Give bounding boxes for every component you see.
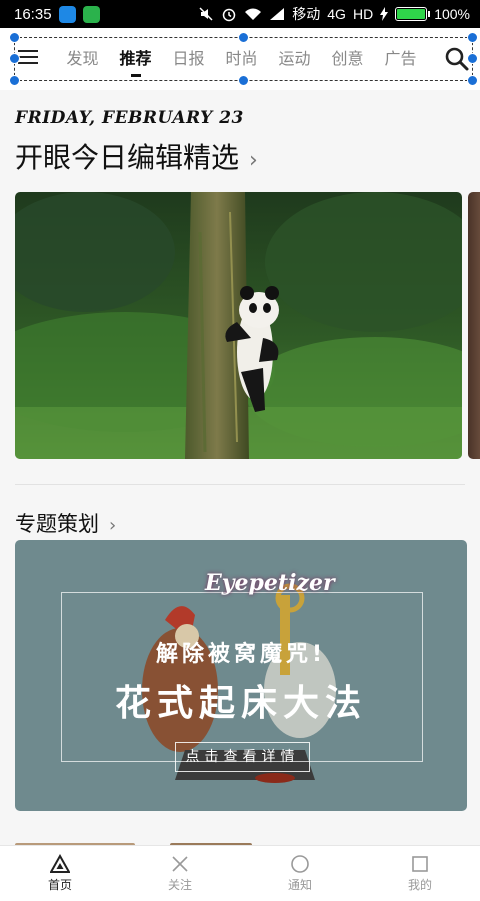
panda-photo (15, 192, 462, 459)
section-divider (15, 484, 465, 485)
status-bar: 16:35 移动 4G HD 100% (0, 0, 480, 28)
resize-handle[interactable] (238, 75, 249, 86)
top-navigation: 发现 推荐 日报 时尚 运动 创意 广告 音 (0, 28, 480, 90)
wifi-icon (245, 8, 262, 20)
resize-handle[interactable] (9, 75, 20, 86)
resize-handle[interactable] (467, 75, 478, 86)
alarm-icon (223, 8, 236, 22)
bottom-tab-follow[interactable]: 关注 (120, 846, 240, 901)
notification-icon (291, 855, 309, 873)
hd-label: HD (352, 6, 374, 22)
charging-icon (380, 7, 389, 21)
bottom-tab-label: 首页 (47, 878, 72, 892)
bottom-tab-label: 通知 (287, 878, 312, 892)
battery-percent: 100% (434, 6, 470, 22)
bottom-tab-label: 我的 (407, 878, 432, 892)
special-topics-header[interactable]: 专题策划 › (15, 508, 116, 538)
resize-handle[interactable] (467, 53, 478, 64)
signal-icon (270, 8, 285, 20)
resize-handle[interactable] (9, 53, 20, 64)
home-icon (50, 854, 70, 873)
daily-picks-header[interactable]: 开眼今日编辑精选 › (15, 136, 258, 176)
bottom-tab-profile[interactable]: 我的 (360, 846, 480, 901)
view-details-button[interactable]: 点击查看详情 (175, 742, 310, 772)
daily-picks-title: 开眼今日编辑精选 (15, 141, 240, 174)
bottom-tab-bar: 首页 关注 通知 我的 (0, 845, 480, 901)
mute-icon (199, 7, 213, 21)
brand-logo: Eyepetizer (205, 570, 335, 596)
bottom-tab-home[interactable]: 首页 (0, 846, 120, 901)
banner-title: 花式起床大法 (114, 683, 367, 724)
resize-handle[interactable] (238, 32, 249, 43)
date-label: FRIDAY, FEBRUARY 23 (15, 108, 244, 128)
special-topic-banner[interactable]: Eyepetizer 解除被窝魔咒! 花式起床大法 点击查看详情 (15, 540, 467, 811)
profile-icon (412, 856, 428, 872)
resize-handle[interactable] (467, 32, 478, 43)
chevron-right-icon: › (249, 148, 258, 173)
network-label: 4G (327, 6, 346, 22)
bottom-tab-notifications[interactable]: 通知 (240, 846, 360, 901)
bottom-tab-label: 关注 (167, 878, 192, 892)
special-topics-title: 专题策划 (15, 512, 99, 536)
next-card-peek[interactable] (468, 192, 480, 459)
featured-video-card[interactable] (15, 192, 462, 459)
follow-icon (172, 856, 188, 872)
app-notification-icon (58, 5, 76, 23)
carrier-label: 移动 (292, 6, 321, 22)
battery-icon (395, 7, 431, 21)
wechat-notification-icon (82, 5, 100, 23)
chevron-right-icon: › (109, 515, 117, 536)
banner-subtitle: 解除被窝魔咒! (155, 642, 327, 667)
status-time: 16:35 (14, 5, 52, 23)
resize-handle[interactable] (9, 32, 20, 43)
